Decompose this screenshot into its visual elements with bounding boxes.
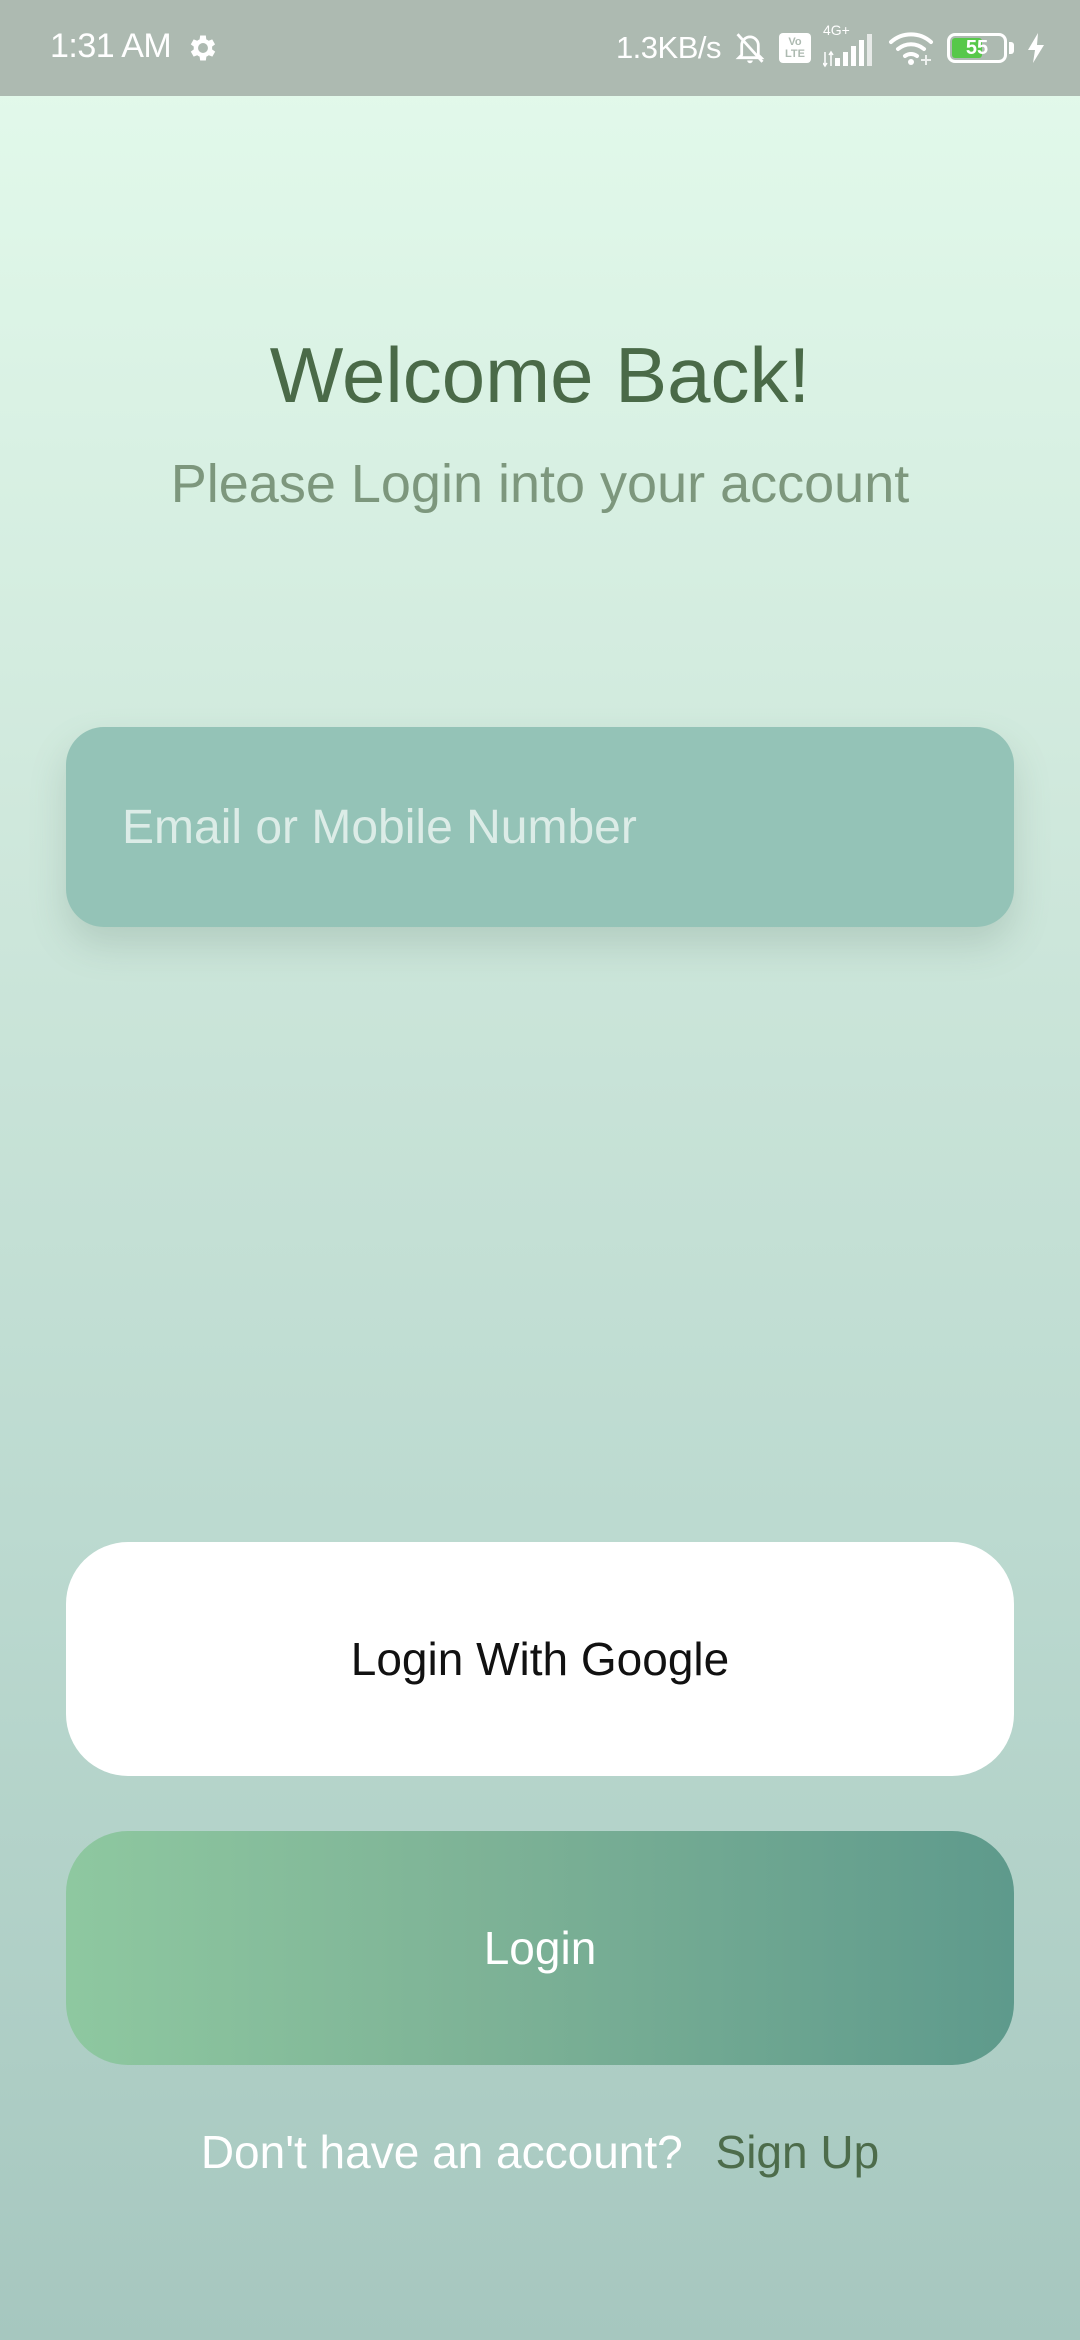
volte-top-text: Vo [788,36,802,48]
battery-body: 55 [947,33,1007,63]
signal-icon: 4G+ [823,22,875,70]
battery-level: 55 [965,37,989,59]
signup-prompt: Don't have an account? [200,2126,683,2178]
charging-bolt-icon [1026,33,1046,63]
status-time: 1:31 AM [50,27,172,65]
page-title: Welcome Back! [269,331,811,419]
login-button[interactable]: Login [66,1831,1014,2065]
status-icons: 1.3KB/s Vo LTE 4G+ 55 [616,20,1046,76]
status-bar: 1:31 AM 1.3KB/s Vo LTE 4G+ 55 [0,0,1080,96]
network-speed: 1.3KB/s [615,30,722,65]
signup-link[interactable]: Sign Up [716,2126,880,2178]
email-field-container[interactable] [66,727,1014,927]
wifi-icon [887,30,935,66]
battery-icon: 55 [947,33,1014,63]
login-with-google-button[interactable]: Login With Google [66,1542,1014,1776]
volte-bottom-text: LTE [785,48,805,60]
network-type: 4G+ [823,22,850,38]
settings-gear-icon [186,31,220,65]
email-field[interactable] [122,799,1014,855]
signup-row: Don't have an account? Sign Up [0,2112,1080,2192]
page-subtitle: Please Login into your account [170,454,910,514]
battery-cap [1009,42,1014,54]
mute-bell-icon [733,30,767,66]
volte-icon: Vo LTE [779,33,811,63]
